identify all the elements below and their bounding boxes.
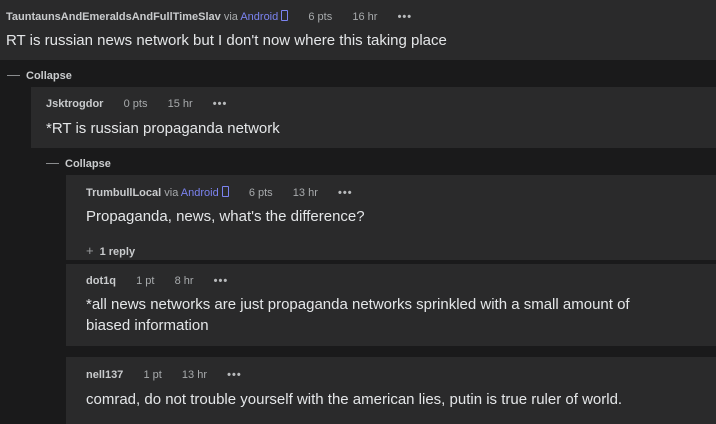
android-link[interactable]: Android [181, 187, 219, 199]
username-link[interactable]: TrumbullLocal [86, 187, 161, 199]
timestamp: 13 hr [181, 369, 207, 381]
comment-1-meta: TauntaunsAndEmeraldsAndFullTimeSlav via … [6, 10, 412, 23]
comment-4-meta: dot1q 1 pt 8 hr ••• [86, 275, 228, 287]
points-label: 6 pts [248, 187, 273, 199]
collapse-label: Collapse [65, 158, 111, 170]
expand-replies-button[interactable]: +1 reply [86, 243, 135, 258]
username-link[interactable]: nell137 [86, 369, 123, 381]
comment-3-meta: TrumbullLocal via Android 6 pts 13 hr ••… [86, 186, 353, 199]
points-label: 6 pts [308, 11, 333, 23]
collapse-button[interactable]: — Collapse [46, 155, 111, 170]
phone-icon [221, 186, 229, 197]
collapse-label: Collapse [26, 70, 72, 82]
username-link[interactable]: TauntaunsAndEmeraldsAndFullTimeSlav [6, 11, 221, 23]
comment-5-text: comrad, do not trouble yourself with the… [86, 391, 623, 408]
plus-icon: + [86, 243, 94, 258]
comment-3-text: Propaganda, news, what's the difference? [86, 208, 365, 225]
comment-2-text: *RT is russian propaganda network [46, 120, 280, 137]
comment-1-text: RT is russian news network but I don't n… [6, 32, 447, 49]
more-options-icon[interactable]: ••• [213, 98, 228, 110]
more-options-icon[interactable]: ••• [227, 369, 242, 381]
android-link[interactable]: Android [240, 11, 278, 23]
timestamp: 16 hr [352, 11, 378, 23]
comment-4-text-line1: *all news networks are just propaganda n… [86, 296, 630, 313]
points-label: 0 pts [123, 98, 148, 110]
timestamp: 15 hr [167, 98, 193, 110]
minus-icon: — [7, 67, 20, 82]
comment-2-meta: Jsktrogdor 0 pts 15 hr ••• [46, 98, 227, 110]
via-label: via [164, 187, 179, 199]
timestamp: 8 hr [174, 275, 194, 287]
reply-count: 1 reply [99, 246, 136, 258]
more-options-icon[interactable]: ••• [398, 11, 413, 23]
points-label: 1 pt [136, 275, 155, 287]
username-link[interactable]: dot1q [86, 275, 116, 287]
username-link[interactable]: Jsktrogdor [46, 98, 103, 110]
minus-icon: — [46, 155, 59, 170]
comment-5-meta: nell137 1 pt 13 hr ••• [86, 369, 242, 381]
via-label: via [223, 11, 238, 23]
timestamp: 13 hr [292, 187, 318, 199]
phone-icon [281, 10, 289, 21]
comment-4-text-line2: biased information [86, 317, 209, 334]
collapse-button[interactable]: — Collapse [7, 67, 72, 82]
more-options-icon[interactable]: ••• [338, 187, 353, 199]
more-options-icon[interactable]: ••• [214, 275, 229, 287]
points-label: 1 pt [143, 369, 162, 381]
